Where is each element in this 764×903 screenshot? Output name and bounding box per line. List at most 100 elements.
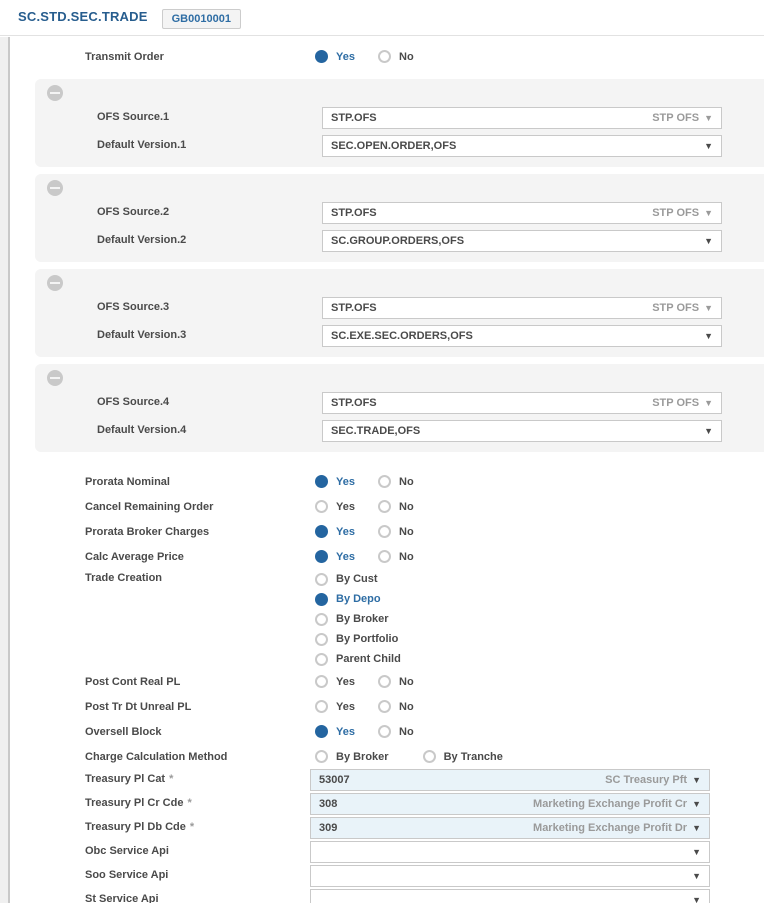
ofs-group-1: OFS Source.1 STP.OFS STP OFS▼ Default Ve… xyxy=(35,79,764,167)
field-label-treasury-pl-cat: Treasury Pl Cat* xyxy=(85,773,310,785)
input-ofs-source-1[interactable]: STP.OFS STP OFS▼ xyxy=(322,107,722,129)
radio-yes[interactable] xyxy=(315,475,328,488)
radio-yes-label[interactable]: Yes xyxy=(336,701,355,713)
radio-no[interactable] xyxy=(378,50,391,63)
radio-no-label[interactable]: No xyxy=(399,701,414,713)
radio-no[interactable] xyxy=(378,725,391,738)
dropdown-arrow-icon[interactable]: ▼ xyxy=(704,398,713,408)
radio-no[interactable] xyxy=(378,525,391,538)
radio-no-label[interactable]: No xyxy=(399,476,414,488)
ofs-group-3: OFS Source.3 STP.OFS STP OFS▼ Default Ve… xyxy=(35,269,764,357)
radio-no-label[interactable]: No xyxy=(399,501,414,513)
field-row-default-version-4: Default Version.4 SEC.TRADE,OFS ▼ xyxy=(35,420,764,444)
field-row-ofs-source-3: OFS Source.3 STP.OFS STP OFS▼ xyxy=(35,297,764,321)
radio-no[interactable] xyxy=(378,500,391,513)
radio-no[interactable] xyxy=(378,675,391,688)
radio-yes[interactable] xyxy=(315,525,328,538)
input-treasury-pl-db-cde[interactable]: 309 Marketing Exchange Profit Dr▼ xyxy=(310,817,710,839)
radio-yes-label[interactable]: Yes xyxy=(336,551,355,563)
radio-yes[interactable] xyxy=(315,725,328,738)
radio-by-broker[interactable] xyxy=(315,613,328,626)
radio-yes-label[interactable]: Yes xyxy=(336,726,355,738)
radio-by-broker-label[interactable]: By Broker xyxy=(336,613,389,625)
vertical-scrollbar[interactable] xyxy=(0,37,10,903)
input-descriptor: Marketing Exchange Profit Dr xyxy=(533,822,687,834)
input-treasury-pl-cat[interactable]: 53007 SC Treasury Pft▼ xyxy=(310,769,710,791)
dropdown-arrow-icon[interactable]: ▼ xyxy=(692,799,701,809)
radio-yes[interactable] xyxy=(315,675,328,688)
dropdown-arrow-icon[interactable]: ▼ xyxy=(692,775,701,785)
dropdown-arrow-icon[interactable]: ▼ xyxy=(692,895,701,903)
radio-yes[interactable] xyxy=(315,550,328,563)
field-row-treasury-pl-cat: Treasury Pl Cat* 53007 SC Treasury Pft▼ xyxy=(12,769,764,793)
radio-yes-label[interactable]: Yes xyxy=(336,476,355,488)
radio-no-label[interactable]: No xyxy=(399,676,414,688)
radio-no[interactable] xyxy=(378,550,391,563)
dropdown-obc-service-api[interactable]: ▼ xyxy=(310,841,710,863)
dropdown-arrow-icon[interactable]: ▼ xyxy=(704,208,713,218)
dropdown-default-version-3[interactable]: SC.EXE.SEC.ORDERS,OFS ▼ xyxy=(322,325,722,347)
dropdown-arrow-icon[interactable]: ▼ xyxy=(704,426,713,436)
field-label-ofs-source-3: OFS Source.3 xyxy=(97,301,322,313)
radio-yes[interactable] xyxy=(315,50,328,63)
field-label-treasury-pl-cr-cde: Treasury Pl Cr Cde* xyxy=(85,797,310,809)
radio-by-cust-label[interactable]: By Cust xyxy=(336,573,378,585)
field-row-charge-calculation-method: Charge Calculation Method By Broker By T… xyxy=(12,744,764,769)
dropdown-default-version-4[interactable]: SEC.TRADE,OFS ▼ xyxy=(322,420,722,442)
radio-no-label[interactable]: No xyxy=(399,526,414,538)
input-treasury-pl-cr-cde[interactable]: 308 Marketing Exchange Profit Cr▼ xyxy=(310,793,710,815)
radio-yes-label[interactable]: Yes xyxy=(336,676,355,688)
radio-yes[interactable] xyxy=(315,700,328,713)
dropdown-default-version-2[interactable]: SC.GROUP.ORDERS,OFS ▼ xyxy=(322,230,722,252)
input-value: 308 xyxy=(319,798,337,810)
field-label-charge-calculation-method: Charge Calculation Method xyxy=(85,751,310,763)
radio-yes-label[interactable]: Yes xyxy=(336,526,355,538)
radio-by-depo-label[interactable]: By Depo xyxy=(336,593,381,605)
input-ofs-source-2[interactable]: STP.OFS STP OFS▼ xyxy=(322,202,722,224)
field-row-treasury-pl-cr-cde: Treasury Pl Cr Cde* 308 Marketing Exchan… xyxy=(12,793,764,817)
dropdown-arrow-icon[interactable]: ▼ xyxy=(692,823,701,833)
radio-yes-label[interactable]: Yes xyxy=(336,501,355,513)
dropdown-arrow-icon[interactable]: ▼ xyxy=(704,141,713,151)
dropdown-soo-service-api[interactable]: ▼ xyxy=(310,865,710,887)
field-row-prorata-nominal: Prorata Nominal Yes No xyxy=(12,469,764,494)
dropdown-arrow-icon[interactable]: ▼ xyxy=(704,303,713,313)
dropdown-arrow-icon[interactable]: ▼ xyxy=(704,236,713,246)
radio-no[interactable] xyxy=(378,700,391,713)
radio-yes[interactable] xyxy=(315,500,328,513)
dropdown-arrow-icon[interactable]: ▼ xyxy=(704,331,713,341)
field-label-ofs-source-4: OFS Source.4 xyxy=(97,396,322,408)
dropdown-arrow-icon[interactable]: ▼ xyxy=(692,847,701,857)
radio-yes-label[interactable]: Yes xyxy=(336,51,355,63)
collapse-icon[interactable] xyxy=(47,275,63,291)
radio-no-label[interactable]: No xyxy=(399,551,414,563)
radio-by-depo[interactable] xyxy=(315,593,328,606)
radio-parent-child[interactable] xyxy=(315,653,328,666)
collapse-icon[interactable] xyxy=(47,180,63,196)
field-row-prorata-broker-charges: Prorata Broker Charges Yes No xyxy=(12,519,764,544)
input-ofs-source-4[interactable]: STP.OFS STP OFS▼ xyxy=(322,392,722,414)
dropdown-arrow-icon[interactable]: ▼ xyxy=(692,871,701,881)
collapse-icon[interactable] xyxy=(47,85,63,101)
radio-by-cust[interactable] xyxy=(315,573,328,586)
radio-by-broker-label[interactable]: By Broker xyxy=(336,751,389,763)
dropdown-default-version-1[interactable]: SEC.OPEN.ORDER,OFS ▼ xyxy=(322,135,722,157)
input-ofs-source-3[interactable]: STP.OFS STP OFS▼ xyxy=(322,297,722,319)
radio-by-portfolio-label[interactable]: By Portfolio xyxy=(336,633,398,645)
radio-by-broker[interactable] xyxy=(315,750,328,763)
dropdown-st-service-api[interactable]: ▼ xyxy=(310,889,710,903)
radio-no-label[interactable]: No xyxy=(399,51,414,63)
collapse-icon[interactable] xyxy=(47,370,63,386)
field-label-soo-service-api: Soo Service Api xyxy=(85,869,310,881)
required-marker: * xyxy=(169,773,173,785)
radio-parent-child-label[interactable]: Parent Child xyxy=(336,653,401,665)
radio-by-tranche[interactable] xyxy=(423,750,436,763)
field-label-oversell-block: Oversell Block xyxy=(85,726,310,738)
field-row-ofs-source-2: OFS Source.2 STP.OFS STP OFS▼ xyxy=(35,202,764,226)
radio-by-tranche-label[interactable]: By Tranche xyxy=(444,751,503,763)
dropdown-arrow-icon[interactable]: ▼ xyxy=(704,113,713,123)
field-row-oversell-block: Oversell Block Yes No xyxy=(12,719,764,744)
radio-no[interactable] xyxy=(378,475,391,488)
radio-no-label[interactable]: No xyxy=(399,726,414,738)
radio-by-portfolio[interactable] xyxy=(315,633,328,646)
